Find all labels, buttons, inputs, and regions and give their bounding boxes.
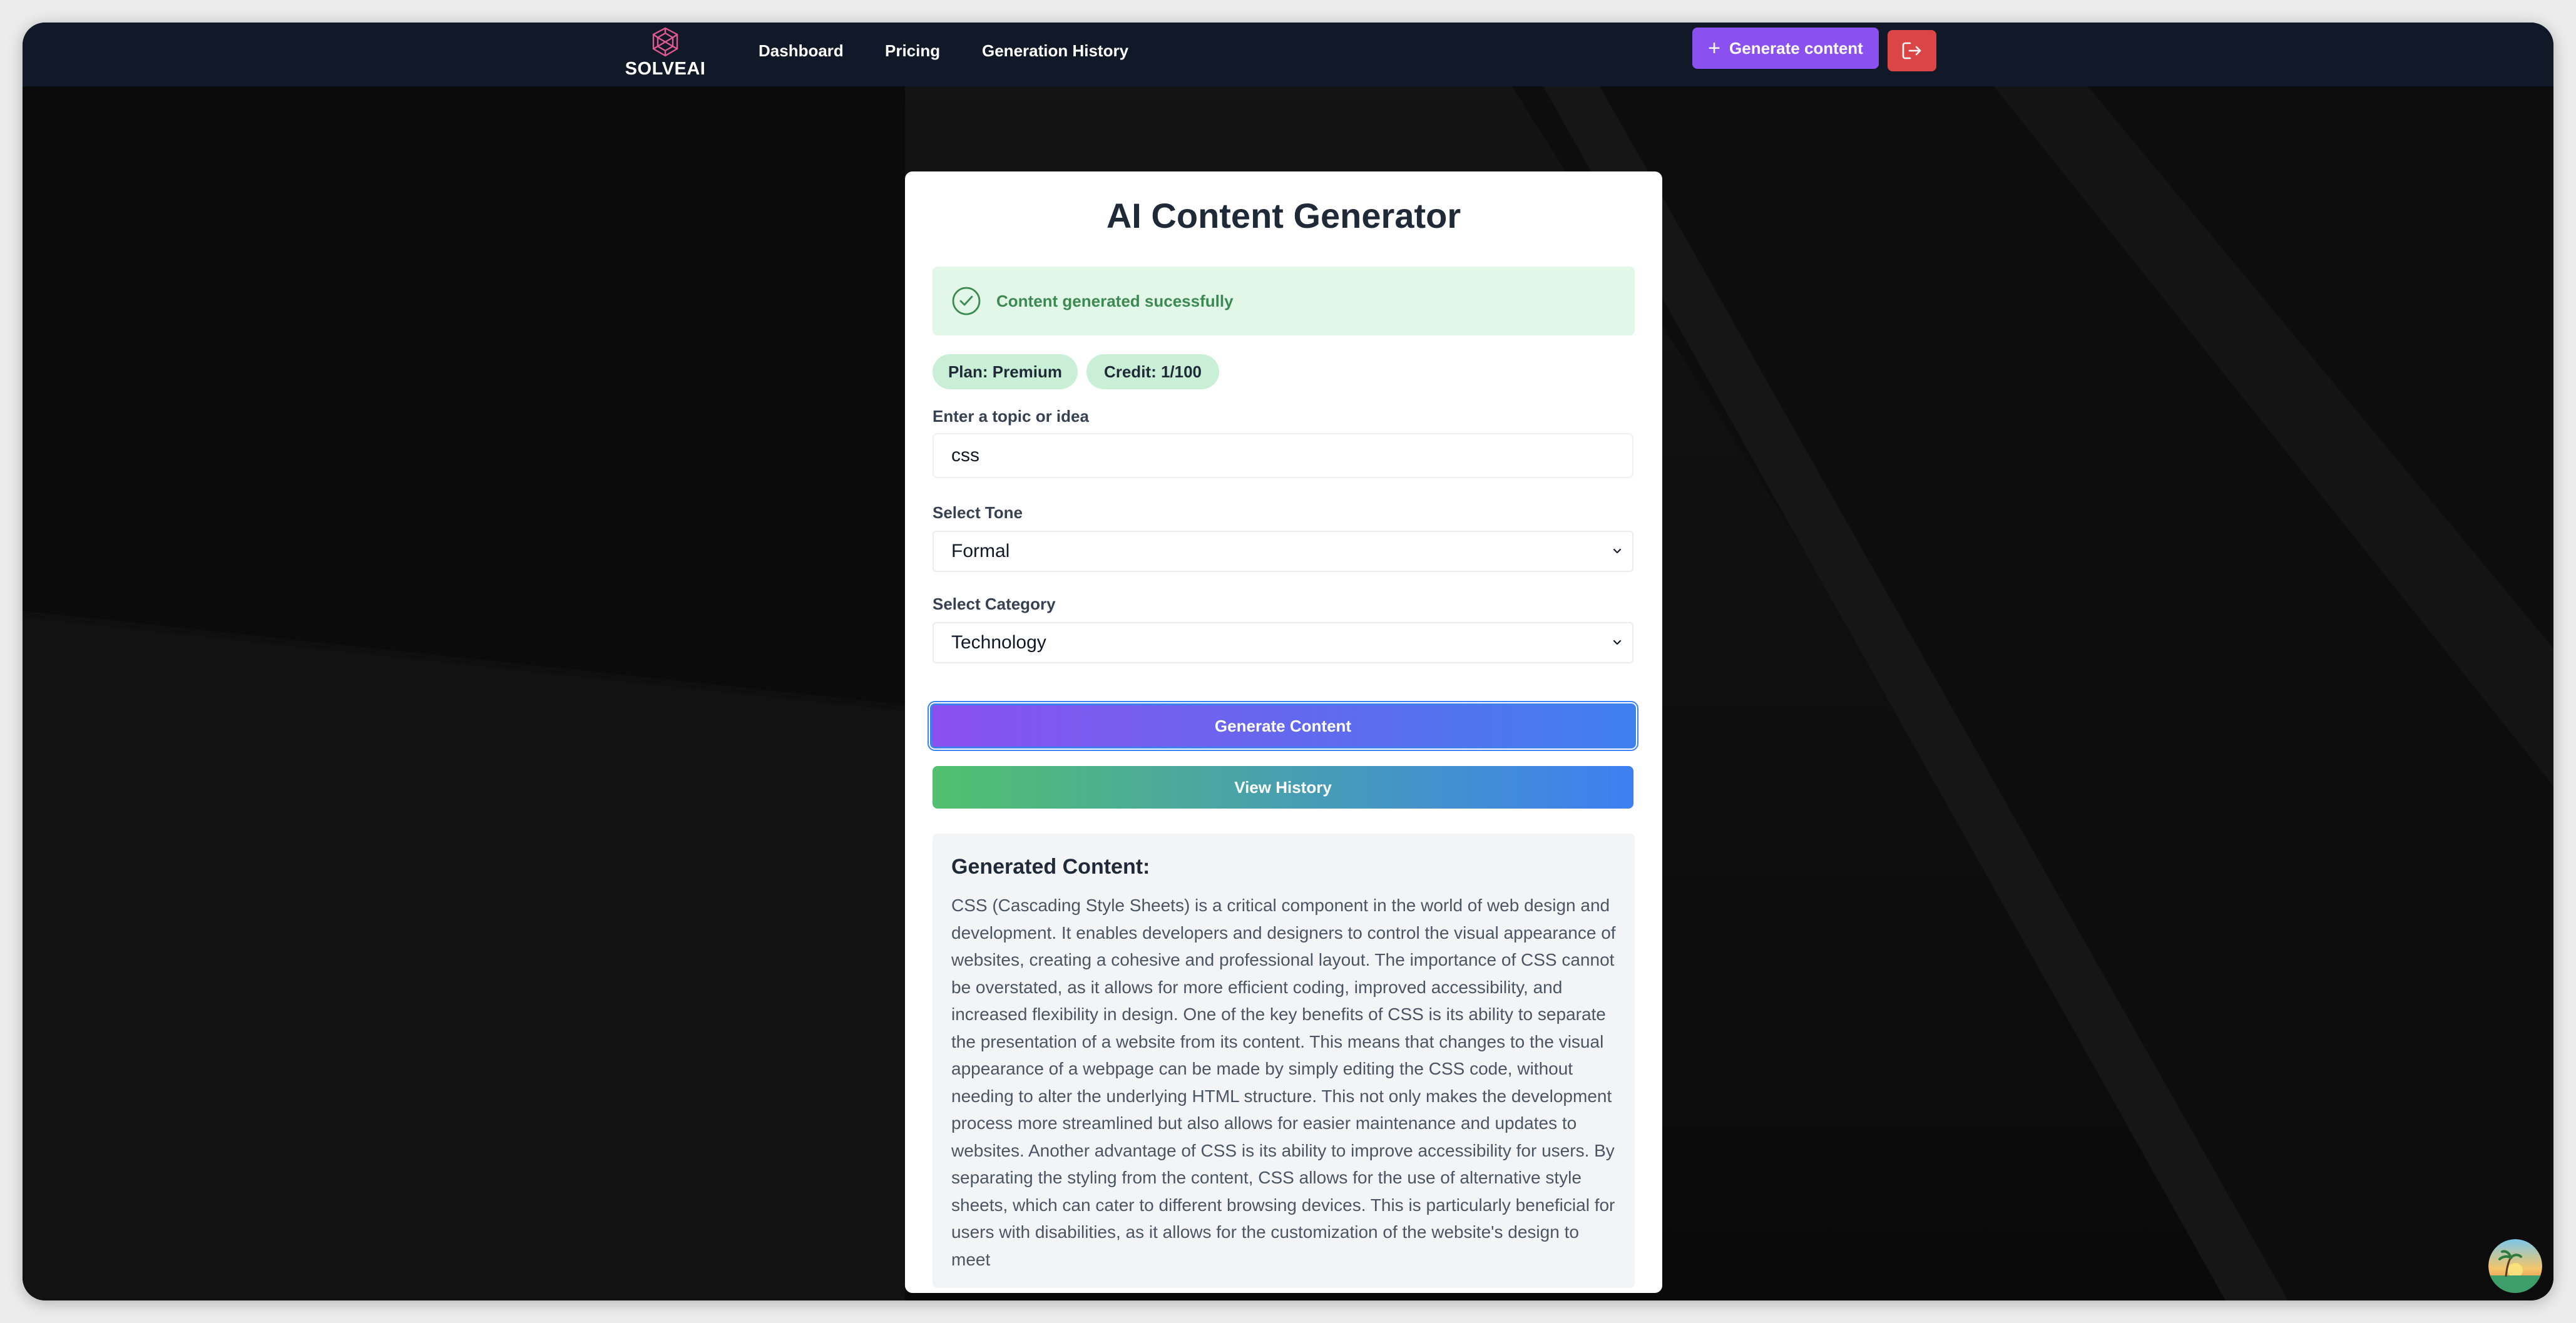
page-title: AI Content Generator [1106, 196, 1461, 235]
tone-label: Select Tone [933, 503, 1023, 522]
generate-content-nav-button[interactable]: + Generate content [1692, 28, 1879, 69]
solveai-logo-icon [652, 27, 678, 57]
generator-card: AI Content Generator Content generated s… [905, 171, 1662, 1293]
generate-content-button[interactable]: Generate Content [930, 703, 1636, 748]
generated-content-text: CSS (Cascading Style Sheets) is a critic… [951, 896, 1616, 1269]
chevron-down-icon [1613, 548, 1622, 554]
avatar-image [2488, 1239, 2542, 1293]
nav-link-pricing[interactable]: Pricing [885, 41, 940, 61]
credit-badge: Credit: 1/100 [1086, 354, 1219, 389]
success-alert: Content generated sucessfully [933, 267, 1635, 335]
generated-content-title: Generated Content: [951, 855, 1150, 879]
chevron-down-icon [1613, 640, 1622, 645]
nav-link-generation-history[interactable]: Generation History [982, 41, 1128, 61]
topic-input[interactable]: css [933, 433, 1633, 478]
generate-content-nav-label: Generate content [1729, 38, 1863, 58]
user-avatar[interactable] [2488, 1239, 2542, 1293]
tone-select[interactable]: Formal [933, 531, 1633, 572]
brand-logo[interactable]: SOLVEAI [621, 26, 709, 83]
logout-button[interactable] [1888, 30, 1936, 71]
generated-content-panel: Generated Content: CSS (Cascading Style … [933, 834, 1635, 1288]
logout-icon [1902, 42, 1921, 59]
category-label: Select Category [933, 595, 1056, 613]
plan-badge: Plan: Premium [933, 354, 1078, 389]
plus-icon: + [1708, 36, 1721, 60]
view-history-button[interactable]: View History [933, 766, 1633, 809]
nav-link-dashboard[interactable]: Dashboard [759, 41, 844, 61]
success-alert-text: Content generated sucessfully [996, 291, 1234, 310]
app-window: SOLVEAI Dashboard Pricing Generation His… [23, 23, 2553, 1300]
topic-label: Enter a topic or idea [933, 407, 1089, 426]
category-select[interactable]: Technology [933, 622, 1633, 663]
top-navbar: SOLVEAI Dashboard Pricing Generation His… [23, 23, 2553, 86]
category-select-value: Technology [951, 632, 1046, 653]
check-circle-icon [951, 286, 981, 316]
tone-select-value: Formal [951, 541, 1010, 561]
brand-name: SOLVEAI [625, 59, 706, 79]
